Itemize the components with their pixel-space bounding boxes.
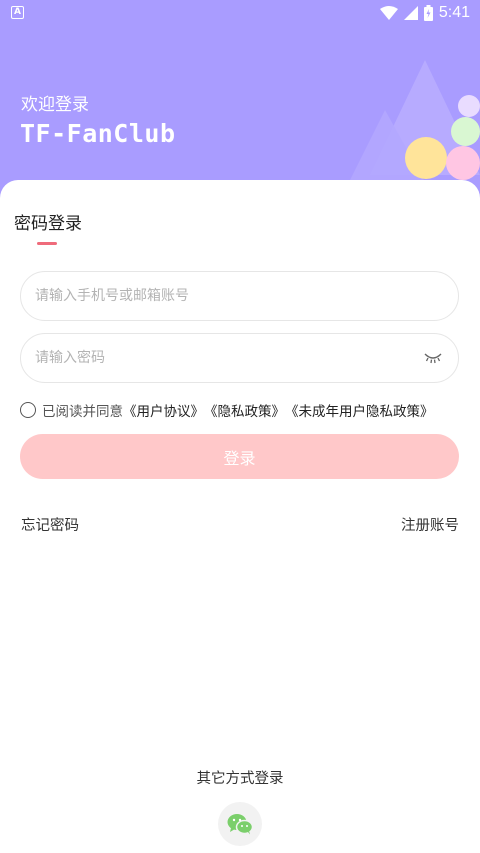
app-name: TF-FanClub	[20, 119, 176, 148]
decor-circle-green	[451, 117, 480, 146]
welcome-text: 欢迎登录	[21, 95, 89, 115]
register-link[interactable]: 注册账号	[401, 514, 459, 535]
status-time: 5:41	[438, 4, 470, 21]
other-login-label: 其它方式登录	[196, 771, 284, 787]
password-input[interactable]	[35, 334, 415, 382]
status-right-group: 5:41	[379, 3, 470, 23]
account-field[interactable]	[20, 271, 459, 321]
login-tab-password[interactable]: 密码登录	[14, 209, 82, 234]
wechat-login-button[interactable]	[218, 802, 262, 846]
wifi-icon	[379, 6, 398, 20]
login-button[interactable]: 登录	[20, 434, 459, 479]
agreement-prefix: 已阅读并同意	[42, 404, 123, 420]
user-agreement-link[interactable]: 《用户协议》	[123, 400, 204, 420]
wechat-icon	[227, 814, 253, 835]
battery-icon	[423, 5, 433, 21]
app-notification-icon: A	[11, 6, 24, 19]
header-banner: A 5:41 欢迎登录 TF-FanClub	[0, 0, 480, 200]
minor-privacy-policy-link[interactable]: 《未成年用户隐私政策》	[285, 400, 434, 420]
signal-icon	[403, 6, 418, 20]
account-input[interactable]	[35, 272, 415, 320]
decor-circle-yellow	[405, 137, 447, 179]
forgot-password-link[interactable]: 忘记密码	[21, 514, 79, 535]
password-field[interactable]	[20, 333, 459, 383]
agreement-checkbox[interactable]	[20, 402, 36, 418]
privacy-policy-link[interactable]: 《隐私政策》	[204, 400, 285, 420]
eye-closed-icon[interactable]	[424, 351, 442, 365]
status-bar: A 5:41	[0, 0, 480, 26]
agreement-row: 已阅读并同意 《用户协议》 《隐私政策》 《未成年用户隐私政策》	[20, 400, 434, 420]
decor-circle-pink	[446, 146, 480, 180]
tab-active-indicator	[37, 242, 57, 245]
decor-circle-lilac	[458, 95, 480, 117]
